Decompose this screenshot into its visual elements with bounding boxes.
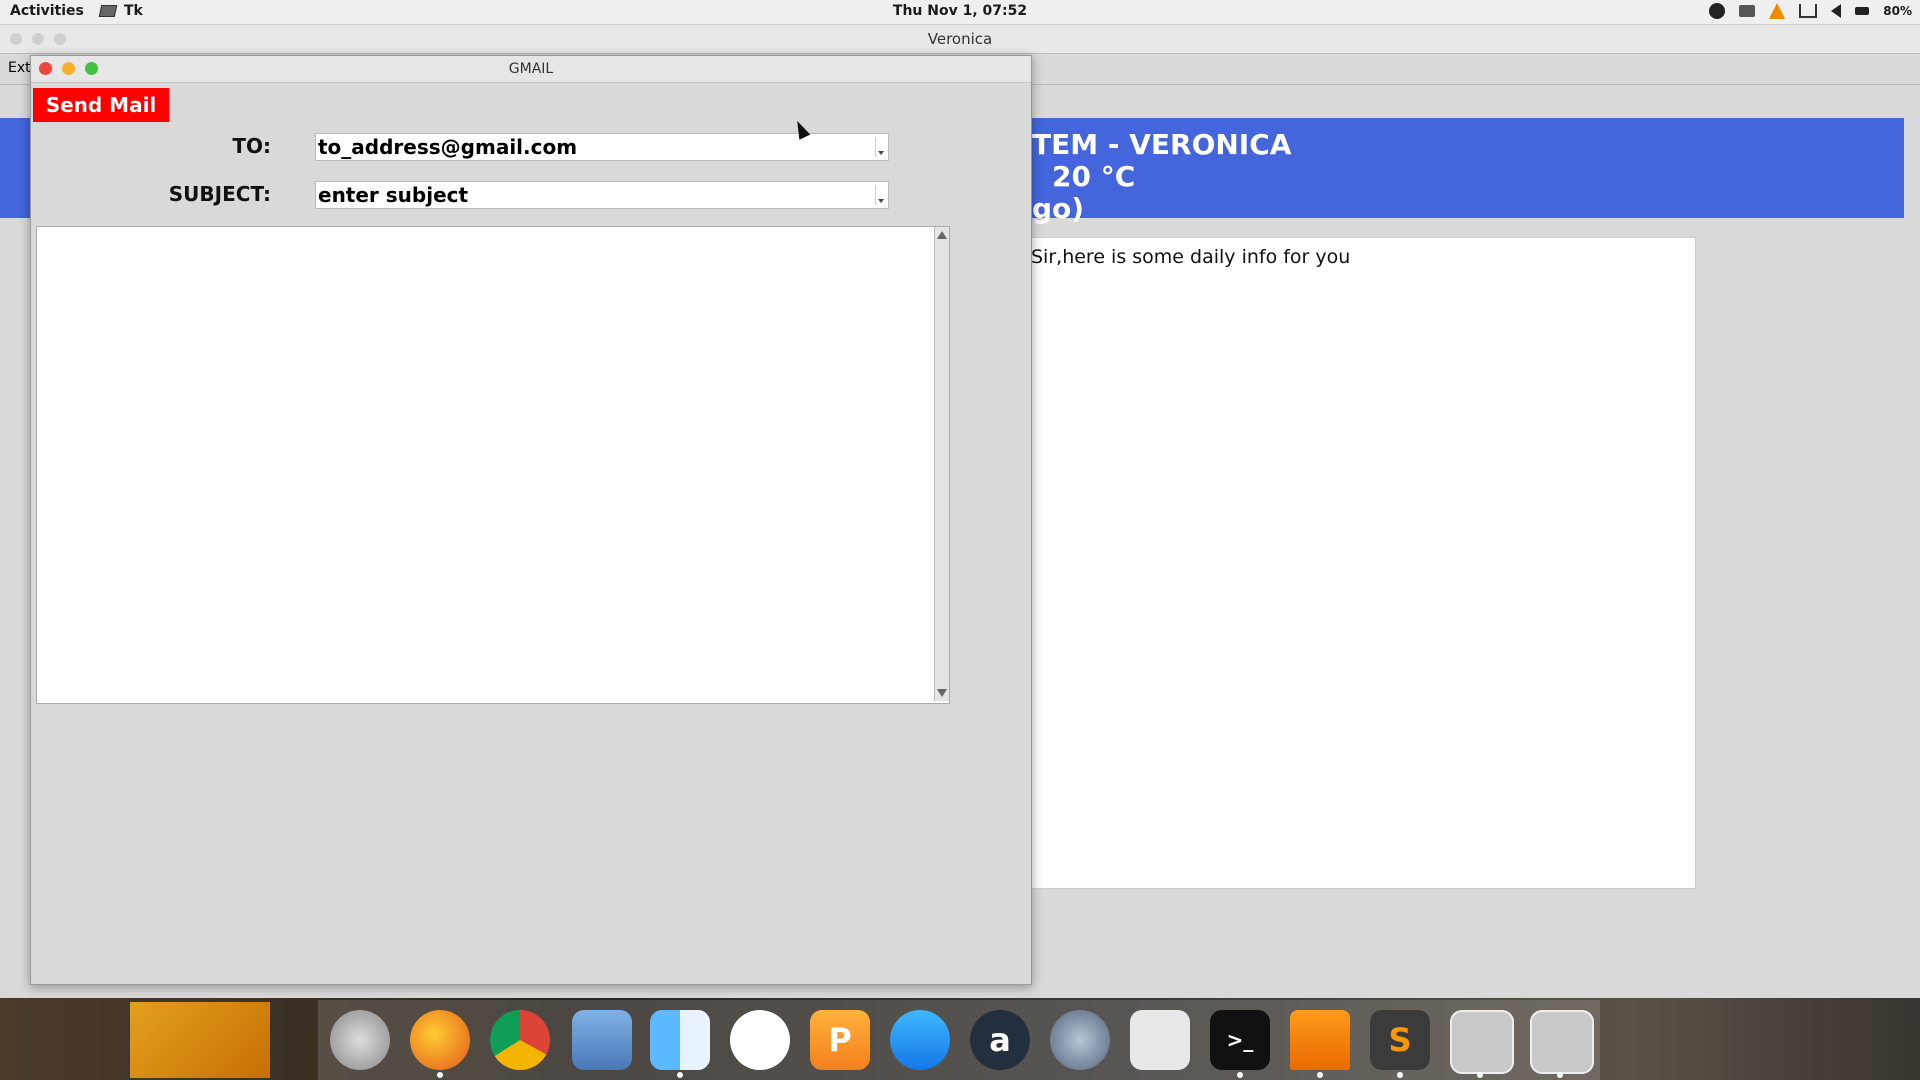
- banner-temperature: 20 °C: [1052, 160, 1136, 193]
- dock: P a >_ S: [0, 998, 1920, 1080]
- body-scrollbar[interactable]: [934, 227, 949, 701]
- scroll-up-icon[interactable]: [936, 229, 948, 241]
- music-icon[interactable]: [730, 1010, 790, 1070]
- running-indicator: [1237, 1072, 1243, 1078]
- to-input[interactable]: [316, 134, 860, 160]
- terminal-icon[interactable]: >_: [1210, 1010, 1270, 1070]
- globe-icon[interactable]: [1050, 1010, 1110, 1070]
- menu-ext[interactable]: Ext: [8, 60, 31, 76]
- subject-label: SUBJECT:: [168, 182, 271, 206]
- pages-icon[interactable]: P: [810, 1010, 870, 1070]
- running-indicator: [1317, 1072, 1323, 1078]
- volume-icon[interactable]: [1831, 4, 1842, 18]
- message-body-input[interactable]: [37, 227, 932, 703]
- terminal-glyph: >_: [1226, 1028, 1254, 1052]
- running-indicator: [677, 1072, 683, 1078]
- running-indicator: [1557, 1072, 1563, 1078]
- sublime-glyph: S: [1388, 1021, 1412, 1059]
- window-icon[interactable]: [1530, 1010, 1594, 1074]
- wallpaper-window: [130, 1002, 270, 1078]
- maximize-icon[interactable]: [54, 33, 66, 45]
- gmail-title: GMAIL: [508, 61, 554, 77]
- gmail-titlebar[interactable]: GMAIL: [31, 56, 1031, 83]
- battery-percent: 80%: [1883, 4, 1912, 18]
- finder-icon[interactable]: [650, 1010, 710, 1070]
- window-icon[interactable]: [1450, 1010, 1514, 1074]
- veronica-titlebar[interactable]: Veronica: [0, 25, 1920, 53]
- banner-location: go): [1032, 192, 1085, 225]
- pages-glyph: P: [828, 1021, 852, 1059]
- running-indicator: [1397, 1072, 1403, 1078]
- chrome-icon[interactable]: [490, 1010, 550, 1070]
- banner-title: TEM - VERONICA: [1032, 128, 1292, 161]
- subject-field[interactable]: [315, 181, 889, 209]
- vlc-icon[interactable]: [1290, 1010, 1350, 1070]
- network-icon[interactable]: [1799, 4, 1818, 18]
- scroll-down-icon[interactable]: [936, 687, 948, 699]
- message-body-area: [36, 226, 950, 704]
- app-store-icon[interactable]: [890, 1010, 950, 1070]
- accessibility-icon[interactable]: [1709, 3, 1726, 19]
- maximize-icon[interactable]: [85, 62, 98, 75]
- subject-input[interactable]: [316, 182, 860, 208]
- window-controls: [39, 62, 98, 75]
- close-icon[interactable]: [10, 33, 22, 45]
- amazon-glyph: a: [989, 1021, 1011, 1059]
- close-icon[interactable]: [39, 62, 52, 75]
- send-mail-button[interactable]: Send Mail: [33, 88, 169, 122]
- eagle-icon[interactable]: [572, 1010, 632, 1070]
- to-label: TO:: [232, 134, 271, 158]
- minimize-icon[interactable]: [62, 62, 75, 75]
- minimize-icon[interactable]: [32, 33, 44, 45]
- top-bar: Activities Tk Thu Nov 1, 07:52 80%: [0, 0, 1920, 25]
- sublime-icon[interactable]: S: [1370, 1010, 1430, 1070]
- camera-icon[interactable]: [1130, 1010, 1190, 1070]
- window-controls: [10, 33, 66, 45]
- clock[interactable]: Thu Nov 1, 07:52: [0, 3, 1920, 19]
- running-indicator: [1477, 1072, 1483, 1078]
- rocket-icon[interactable]: [330, 1010, 390, 1070]
- firefox-icon[interactable]: [410, 1010, 470, 1070]
- display-icon[interactable]: [1739, 5, 1756, 17]
- running-indicator: [437, 1072, 443, 1078]
- system-tray[interactable]: 80%: [1709, 3, 1912, 19]
- battery-icon[interactable]: [1855, 7, 1870, 15]
- gmail-window: GMAIL Send Mail TO: SUBJECT:: [30, 55, 1032, 985]
- chevron-down-icon[interactable]: [875, 185, 886, 205]
- chevron-down-icon[interactable]: [875, 137, 886, 157]
- daily-info-box: Sir,here is some daily info for you: [1030, 237, 1696, 889]
- veronica-title: Veronica: [927, 30, 993, 48]
- daily-info-text: Sir,here is some daily info for you: [1031, 246, 1351, 268]
- vlc-tray-icon[interactable]: [1769, 3, 1786, 19]
- amazon-icon[interactable]: a: [970, 1010, 1030, 1070]
